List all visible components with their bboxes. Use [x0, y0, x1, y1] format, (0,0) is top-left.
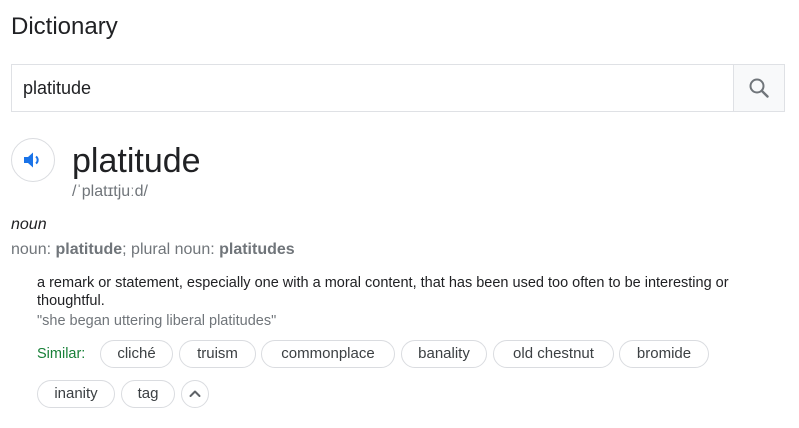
similar-label: Similar: — [37, 346, 86, 362]
similar-chip-cliche[interactable]: cliché — [100, 340, 173, 368]
inflections: noun: platitude; plural noun: platitudes — [11, 241, 295, 259]
search-input[interactable] — [12, 65, 733, 111]
dictionary-card: Dictionary platitude /ˈplatɪtjuːd/ noun … — [0, 0, 799, 428]
section-title: Dictionary — [11, 13, 118, 40]
search-icon — [749, 78, 769, 98]
headword: platitude — [72, 142, 201, 180]
phonetic-spelling: /ˈplatɪtjuːd/ — [72, 183, 148, 200]
similar-chip-commonplace[interactable]: commonplace — [261, 340, 395, 368]
inflection-plural: platitudes — [219, 241, 295, 258]
inflection-singular: platitude — [55, 241, 123, 258]
search-box — [11, 64, 785, 112]
chevron-up-icon — [189, 390, 201, 397]
similar-chip-banality[interactable]: banality — [401, 340, 487, 368]
similar-words-row: Similar: cliché truism commonplace banal… — [37, 340, 777, 372]
inflection-prefix: noun: — [11, 241, 56, 258]
inflection-separator: ; plural noun: — [122, 241, 220, 258]
speaker-icon — [24, 152, 39, 168]
search-button[interactable] — [733, 65, 784, 111]
similar-chip-bromide[interactable]: bromide — [619, 340, 709, 368]
example-sentence: "she began uttering liberal platitudes" — [37, 313, 277, 329]
definition-text: a remark or statement, especially one wi… — [37, 275, 729, 309]
pronunciation-button[interactable] — [11, 138, 55, 182]
similar-chip-inanity[interactable]: inanity — [37, 380, 115, 408]
similar-chip-truism[interactable]: truism — [179, 340, 256, 368]
collapse-similar-button[interactable] — [181, 380, 209, 408]
similar-chip-tag[interactable]: tag — [121, 380, 175, 408]
similar-words-row-2: inanity tag — [37, 380, 777, 412]
part-of-speech: noun — [11, 216, 47, 233]
similar-chip-old-chestnut[interactable]: old chestnut — [493, 340, 614, 368]
